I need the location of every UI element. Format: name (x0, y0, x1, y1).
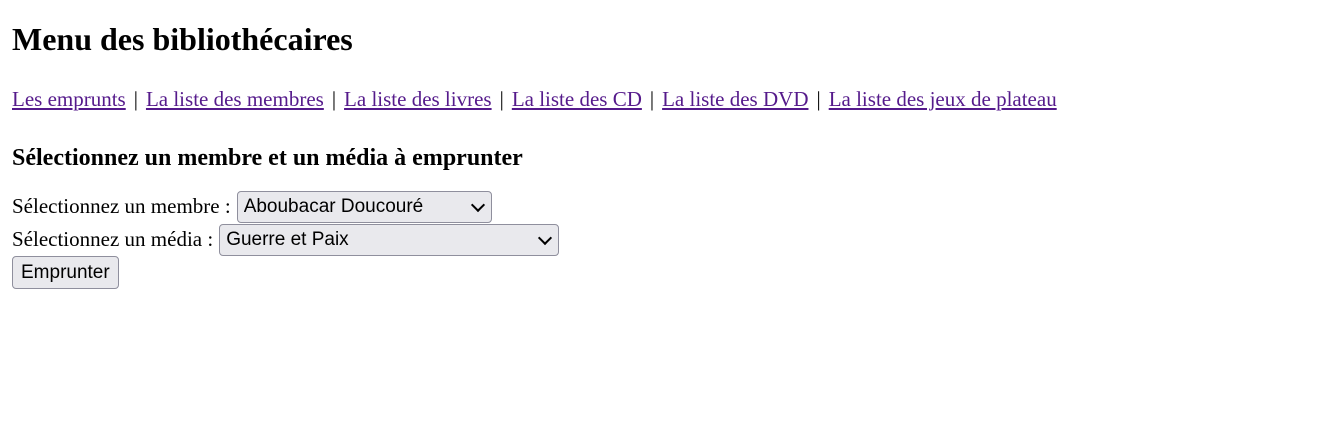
nav-separator: | (649, 87, 655, 111)
nav-link-jeux-de-plateau[interactable]: La liste des jeux de plateau (829, 87, 1057, 111)
nav-separator: | (499, 87, 504, 111)
nav-link-livres[interactable]: La liste des livres (344, 87, 492, 111)
nav-link-emprunts[interactable]: Les emprunts (12, 87, 126, 111)
nav-link-dvd[interactable]: La liste des DVD (662, 87, 808, 111)
media-row: Sélectionnez un média : Guerre et Paix (12, 223, 1324, 256)
member-select-wrapper: Aboubacar Doucouré (236, 190, 492, 223)
media-label: Sélectionnez un média : (12, 227, 214, 251)
main-navigation: Les emprunts | La liste des membres | La lis… (12, 87, 1324, 111)
submit-row: Emprunter (12, 256, 1324, 289)
member-label: Sélectionnez un membre : (12, 194, 231, 218)
media-select-wrapper: Guerre et Paix (219, 223, 560, 256)
form-heading: Sélectionnez un membre et un média à emp… (12, 145, 523, 171)
page-title: Menu des bibliothécaires (12, 21, 353, 57)
nav-link-membres[interactable]: La liste des membres (146, 87, 324, 111)
borrow-button[interactable]: Emprunter (12, 256, 119, 289)
nav-separator: | (133, 87, 138, 111)
media-select[interactable]: Guerre et Paix (219, 223, 560, 256)
member-row: Sélectionnez un membre : Aboubacar Douco… (12, 190, 1324, 223)
member-select[interactable]: Aboubacar Doucouré (236, 190, 492, 223)
nav-separator: | (331, 87, 337, 111)
borrow-form: Sélectionnez un membre : Aboubacar Douco… (12, 190, 1324, 289)
nav-link-cd[interactable]: La liste des CD (512, 87, 642, 111)
nav-separator: | (816, 87, 821, 111)
